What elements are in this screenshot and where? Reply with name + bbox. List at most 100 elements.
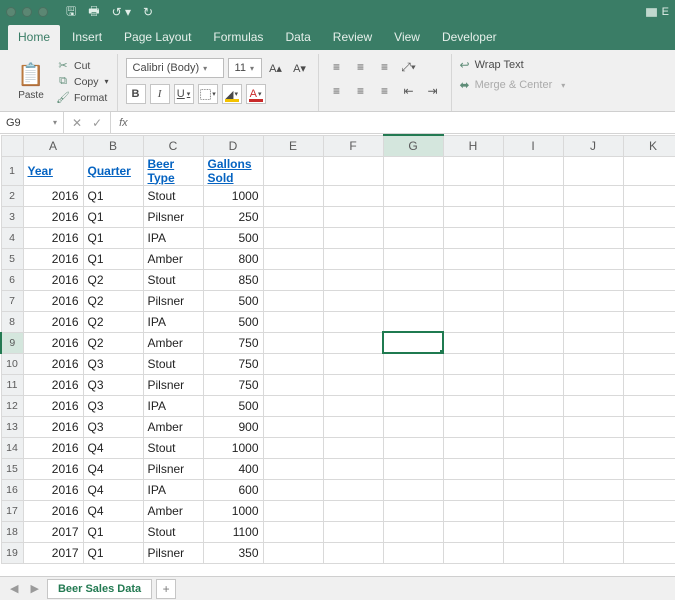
cell-B7[interactable]: Q2	[83, 290, 143, 311]
cell-J6[interactable]	[563, 269, 623, 290]
cell-D13[interactable]: 900	[203, 416, 263, 437]
cell-J11[interactable]	[563, 374, 623, 395]
cell-H7[interactable]	[443, 290, 503, 311]
cell-A9[interactable]: 2016	[23, 332, 83, 353]
cell-I19[interactable]	[503, 542, 563, 563]
cell-E3[interactable]	[263, 206, 323, 227]
cell-A18[interactable]: 2017	[23, 521, 83, 542]
cell-H4[interactable]	[443, 227, 503, 248]
cell-J2[interactable]	[563, 185, 623, 206]
cell-I11[interactable]	[503, 374, 563, 395]
cell-D10[interactable]: 750	[203, 353, 263, 374]
cell-D18[interactable]: 1100	[203, 521, 263, 542]
cell-D8[interactable]: 500	[203, 311, 263, 332]
cell-C7[interactable]: Pilsner	[143, 290, 203, 311]
cell-E16[interactable]	[263, 479, 323, 500]
cell-K8[interactable]	[623, 311, 675, 332]
cell-I15[interactable]	[503, 458, 563, 479]
cell-F1[interactable]	[323, 156, 383, 185]
cell-K16[interactable]	[623, 479, 675, 500]
cell-H3[interactable]	[443, 206, 503, 227]
cell-F11[interactable]	[323, 374, 383, 395]
header-cell-A1[interactable]: Year	[23, 156, 83, 185]
cell-G19[interactable]	[383, 542, 443, 563]
cell-D3[interactable]: 250	[203, 206, 263, 227]
header-cell-B1[interactable]: Quarter	[83, 156, 143, 185]
cell-G11[interactable]	[383, 374, 443, 395]
enter-formula-icon[interactable]: ✓	[92, 116, 102, 130]
tab-data[interactable]: Data	[275, 25, 320, 50]
cell-C2[interactable]: Stout	[143, 185, 203, 206]
zoom-window-button[interactable]	[38, 7, 48, 17]
cell-D2[interactable]: 1000	[203, 185, 263, 206]
cell-H6[interactable]	[443, 269, 503, 290]
increase-indent-button[interactable]: ⇥	[423, 82, 443, 100]
cell-F17[interactable]	[323, 500, 383, 521]
cell-B5[interactable]: Q1	[83, 248, 143, 269]
cell-H13[interactable]	[443, 416, 503, 437]
cell-B8[interactable]: Q2	[83, 311, 143, 332]
cell-E17[interactable]	[263, 500, 323, 521]
cell-F6[interactable]	[323, 269, 383, 290]
tab-page-layout[interactable]: Page Layout	[114, 25, 201, 50]
cell-J15[interactable]	[563, 458, 623, 479]
cell-A19[interactable]: 2017	[23, 542, 83, 563]
cell-H15[interactable]	[443, 458, 503, 479]
cell-J5[interactable]	[563, 248, 623, 269]
cell-C15[interactable]: Pilsner	[143, 458, 203, 479]
wrap-text-button[interactable]: ↩Wrap Text	[460, 58, 566, 72]
cell-E11[interactable]	[263, 374, 323, 395]
cell-A5[interactable]: 2016	[23, 248, 83, 269]
align-top-button[interactable]: ≡	[327, 58, 347, 76]
cell-D4[interactable]: 500	[203, 227, 263, 248]
row-header-3[interactable]: 3	[1, 206, 23, 227]
cell-C4[interactable]: IPA	[143, 227, 203, 248]
col-header-B[interactable]: B	[83, 135, 143, 156]
cancel-formula-icon[interactable]: ✕	[72, 116, 82, 130]
cell-A11[interactable]: 2016	[23, 374, 83, 395]
cell-K7[interactable]	[623, 290, 675, 311]
cell-G1[interactable]	[383, 156, 443, 185]
sheet-tab-active[interactable]: Beer Sales Data	[47, 579, 152, 599]
cell-G5[interactable]	[383, 248, 443, 269]
cell-H14[interactable]	[443, 437, 503, 458]
cell-F13[interactable]	[323, 416, 383, 437]
name-box[interactable]: G9▾	[0, 112, 64, 133]
cell-C13[interactable]: Amber	[143, 416, 203, 437]
cell-I4[interactable]	[503, 227, 563, 248]
cell-D16[interactable]: 600	[203, 479, 263, 500]
cell-C12[interactable]: IPA	[143, 395, 203, 416]
col-header-A[interactable]: A	[23, 135, 83, 156]
cell-I9[interactable]	[503, 332, 563, 353]
cell-H11[interactable]	[443, 374, 503, 395]
cell-K10[interactable]	[623, 353, 675, 374]
fill-color-button[interactable]: ◢▾	[222, 84, 242, 104]
cell-G12[interactable]	[383, 395, 443, 416]
fill-handle[interactable]	[440, 350, 443, 353]
cell-H8[interactable]	[443, 311, 503, 332]
row-header-1[interactable]: 1	[1, 156, 23, 185]
cell-C14[interactable]: Stout	[143, 437, 203, 458]
add-sheet-button[interactable]: +	[156, 579, 176, 599]
cell-E2[interactable]	[263, 185, 323, 206]
cell-E6[interactable]	[263, 269, 323, 290]
cell-C16[interactable]: IPA	[143, 479, 203, 500]
cell-H19[interactable]	[443, 542, 503, 563]
cell-E1[interactable]	[263, 156, 323, 185]
row-header-12[interactable]: 12	[1, 395, 23, 416]
cell-I6[interactable]	[503, 269, 563, 290]
cell-D9[interactable]: 750	[203, 332, 263, 353]
cell-J18[interactable]	[563, 521, 623, 542]
formula-input[interactable]	[136, 112, 675, 133]
cell-A2[interactable]: 2016	[23, 185, 83, 206]
cell-B11[interactable]: Q3	[83, 374, 143, 395]
cell-F12[interactable]	[323, 395, 383, 416]
cell-F15[interactable]	[323, 458, 383, 479]
cell-H10[interactable]	[443, 353, 503, 374]
cell-E15[interactable]	[263, 458, 323, 479]
cell-E19[interactable]	[263, 542, 323, 563]
cell-D17[interactable]: 1000	[203, 500, 263, 521]
col-header-J[interactable]: J	[563, 135, 623, 156]
cell-G14[interactable]	[383, 437, 443, 458]
cell-F9[interactable]	[323, 332, 383, 353]
